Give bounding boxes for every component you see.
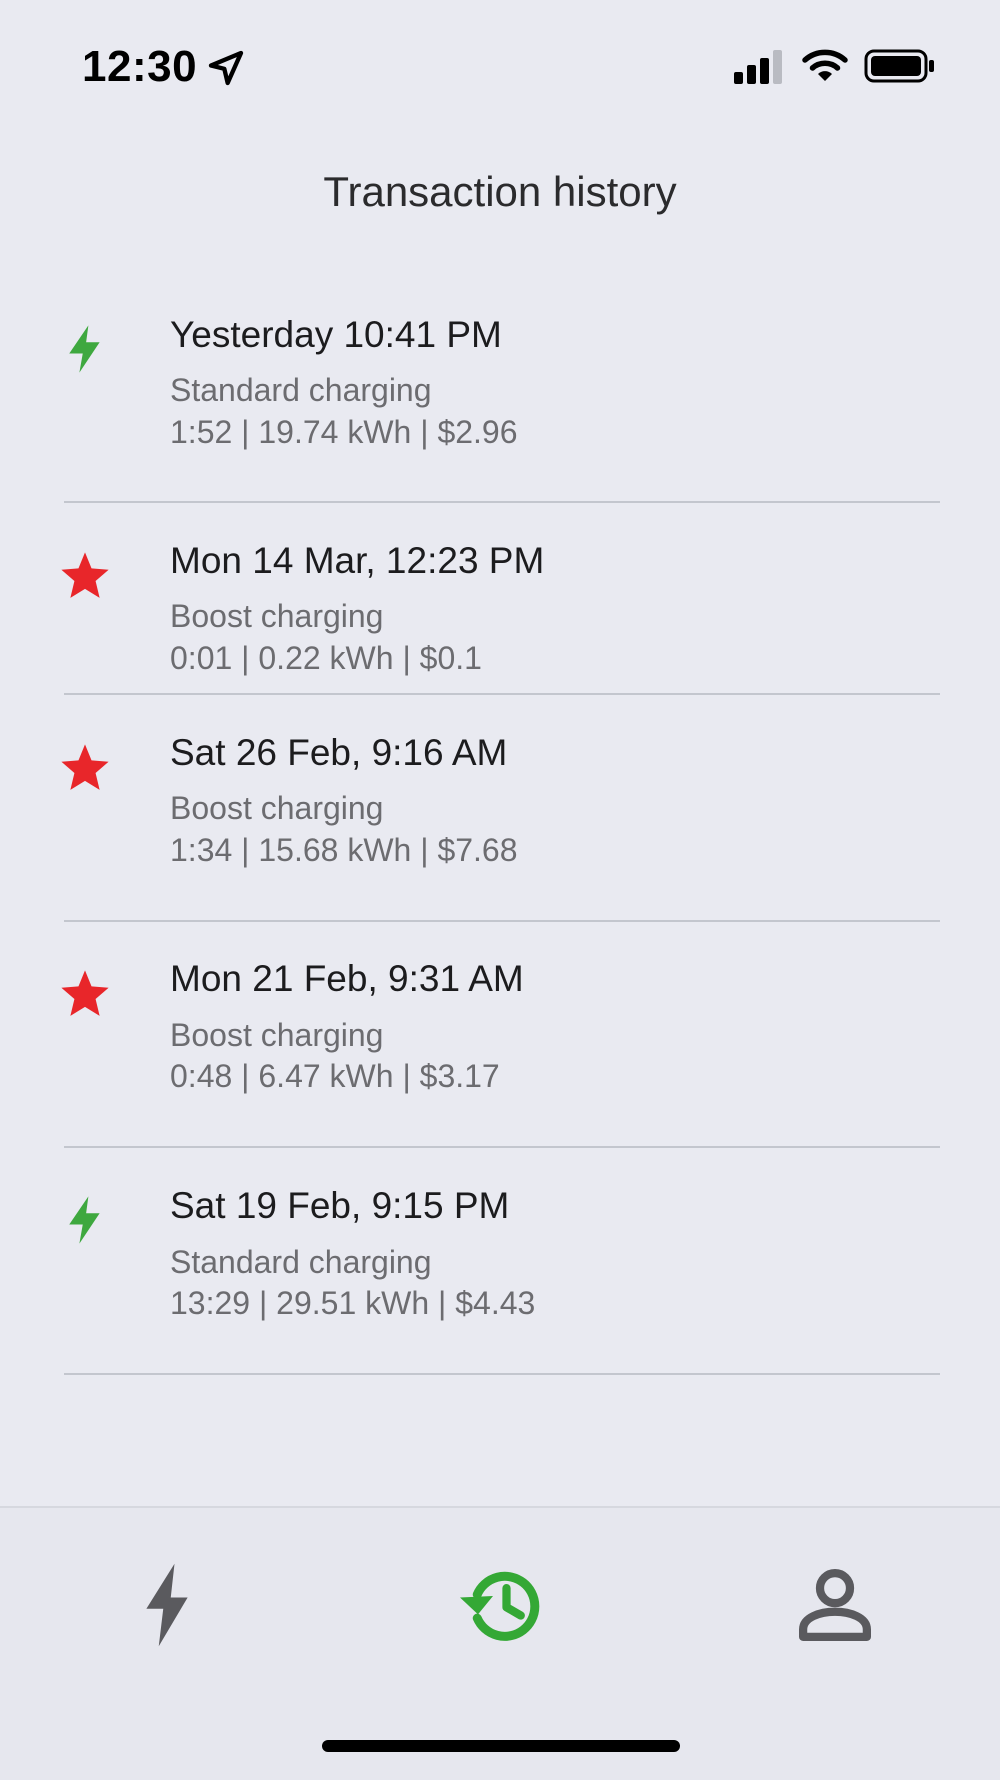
transaction-date: Mon 21 Feb, 9:31 AM bbox=[170, 958, 524, 999]
transaction-stats: 0:01 | 0.22 kWh | $0.1 bbox=[170, 640, 482, 676]
divider bbox=[64, 1373, 940, 1375]
transaction-stats: 1:52 | 19.74 kWh | $2.96 bbox=[170, 414, 518, 450]
bolt-icon bbox=[69, 325, 100, 373]
star-icon bbox=[61, 970, 109, 1016]
nav-charge-bolt-icon[interactable] bbox=[122, 1560, 212, 1650]
nav-history-icon[interactable] bbox=[454, 1560, 544, 1650]
star-icon bbox=[61, 744, 109, 790]
transaction-type: Standard charging bbox=[170, 1244, 432, 1280]
divider bbox=[64, 920, 940, 922]
bottom-nav bbox=[0, 1506, 1000, 1780]
transaction-type: Standard charging bbox=[170, 372, 432, 408]
transaction-date: Yesterday 10:41 PM bbox=[170, 314, 502, 355]
page-title: Transaction history bbox=[323, 168, 677, 215]
star-icon bbox=[61, 552, 109, 598]
transaction-type: Boost charging bbox=[170, 598, 384, 634]
transaction-date: Mon 14 Mar, 12:23 PM bbox=[170, 540, 545, 581]
transaction-type: Boost charging bbox=[170, 790, 384, 826]
status-bar: 12:30 bbox=[0, 0, 1000, 140]
home-indicator[interactable] bbox=[322, 1740, 680, 1752]
transaction-stats: 1:34 | 15.68 kWh | $7.68 bbox=[170, 832, 518, 868]
bolt-icon bbox=[69, 1196, 100, 1244]
wifi-icon bbox=[802, 49, 848, 81]
divider bbox=[64, 501, 940, 503]
transaction-date: Sat 19 Feb, 9:15 PM bbox=[170, 1185, 510, 1226]
divider bbox=[64, 1146, 940, 1148]
transaction-type: Boost charging bbox=[170, 1017, 384, 1053]
nav-profile-icon[interactable] bbox=[790, 1560, 880, 1650]
location-arrow-icon bbox=[208, 50, 244, 86]
status-time: 12:30 bbox=[82, 42, 198, 91]
transaction-date: Sat 26 Feb, 9:16 AM bbox=[170, 732, 508, 773]
transaction-stats: 0:48 | 6.47 kWh | $3.17 bbox=[170, 1058, 500, 1094]
battery-icon bbox=[864, 49, 934, 83]
divider bbox=[64, 693, 940, 695]
cellular-signal-icon bbox=[734, 50, 782, 84]
transaction-stats: 13:29 | 29.51 kWh | $4.43 bbox=[170, 1285, 536, 1321]
